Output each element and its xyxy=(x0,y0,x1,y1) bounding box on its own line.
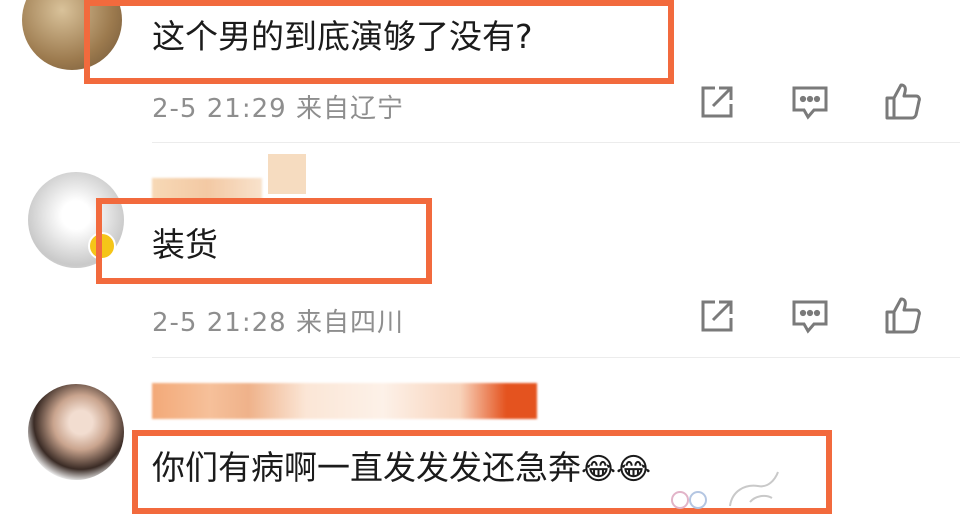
reply-button[interactable] xyxy=(788,294,832,338)
comment-icon xyxy=(792,300,828,334)
username-redacted xyxy=(152,178,262,200)
comment-meta: 2-5 21:28 来自四川 xyxy=(152,302,404,339)
sticker-decoration xyxy=(660,466,790,510)
share-button[interactable] xyxy=(695,294,739,338)
like-icon xyxy=(885,297,921,334)
username-redacted xyxy=(152,383,537,419)
username-redacted-block xyxy=(268,154,306,194)
comment-location: 来自四川 xyxy=(295,308,404,338)
comment-divider xyxy=(152,142,960,143)
share-icon xyxy=(701,86,733,118)
reply-button[interactable] xyxy=(788,80,832,124)
avatar[interactable] xyxy=(28,384,124,480)
comment-text-body: 你们有病啊一直发发发还急奔 xyxy=(152,448,581,487)
comment-text: 你们有病啊一直发发发还急奔😂😂 xyxy=(152,451,651,485)
like-icon xyxy=(885,83,921,120)
comment-time: 2-5 21:28 xyxy=(152,308,287,338)
comment-time: 2-5 21:29 xyxy=(152,94,287,124)
comment-text: 这个男的到底演够了没有? xyxy=(152,17,533,56)
comment-icon xyxy=(792,86,828,120)
comment-text: 装货 xyxy=(152,225,218,264)
comment-highlight-box xyxy=(96,198,432,284)
share-button[interactable] xyxy=(695,80,739,124)
comment-location: 来自辽宁 xyxy=(295,94,404,124)
laugh-cry-emoji: 😂😂 xyxy=(581,452,652,487)
comment-divider xyxy=(152,357,960,358)
share-icon xyxy=(701,300,733,332)
comment-meta: 2-5 21:29 来自辽宁 xyxy=(152,88,404,125)
like-button[interactable] xyxy=(881,294,925,338)
like-button[interactable] xyxy=(881,80,925,124)
